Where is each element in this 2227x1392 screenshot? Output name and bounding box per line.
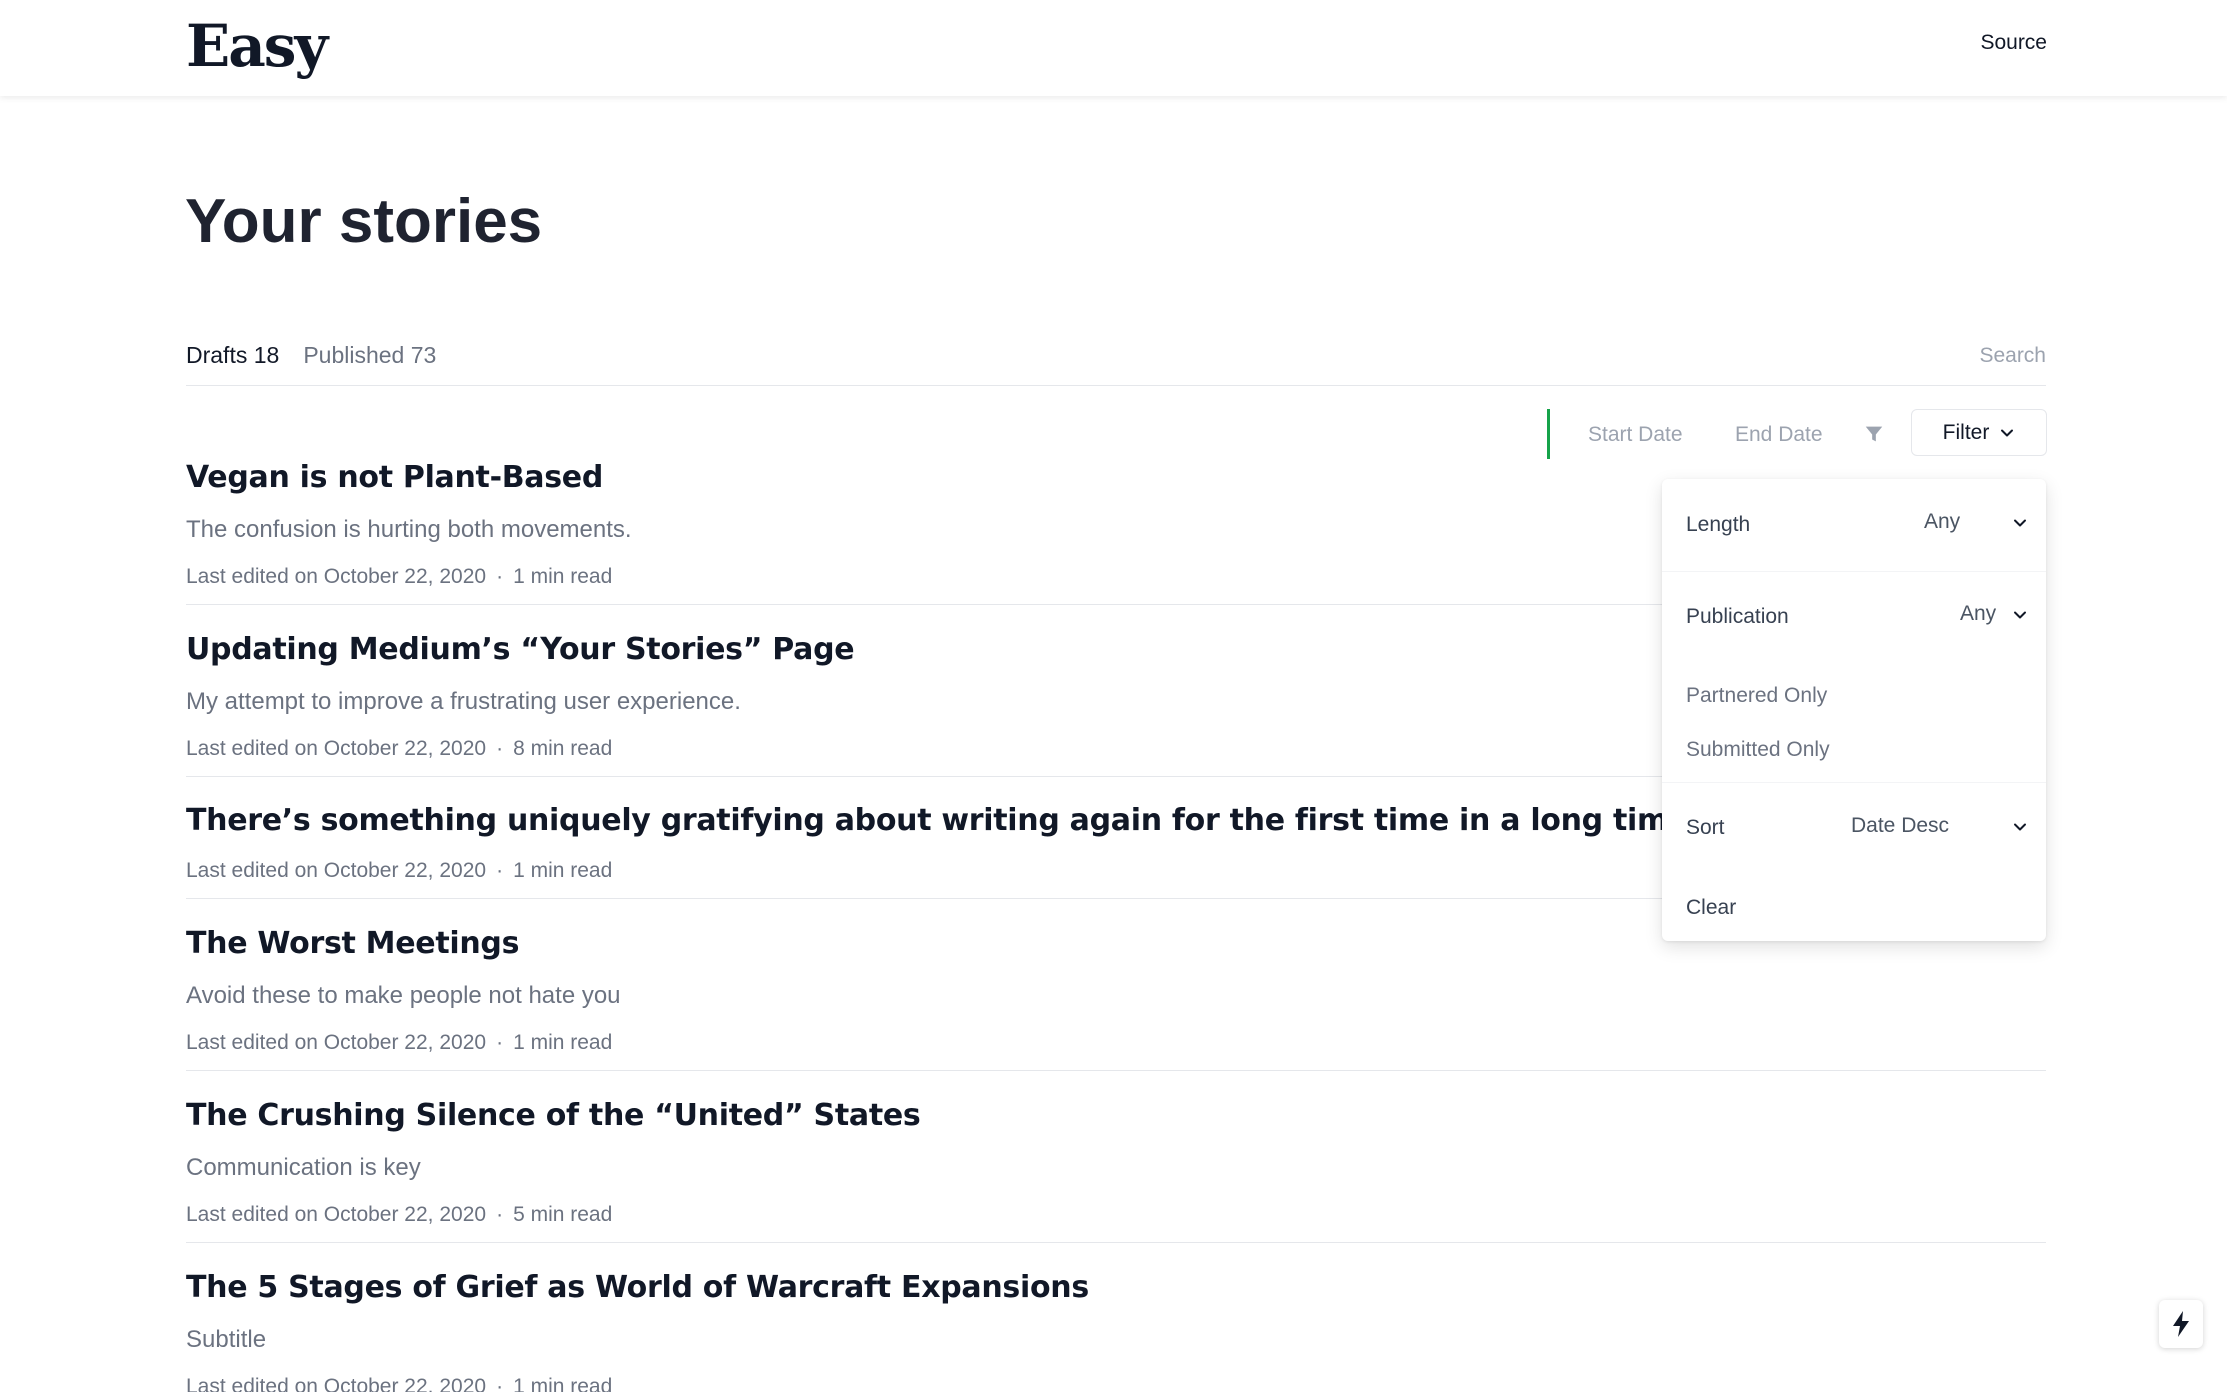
story-title[interactable]: The 5 Stages of Grief as World of Warcra… (186, 1270, 1089, 1305)
page-title: Your stories (185, 187, 543, 256)
last-edited: Last edited on October 22, 2020 (186, 1375, 487, 1392)
tab-drafts[interactable]: Drafts 18 (186, 342, 279, 369)
accent-divider (1547, 409, 1550, 459)
filter-dropdown: Length Any Publication Any Partnered Onl… (1662, 479, 2046, 941)
story-title[interactable]: There’s something uniquely gratifying ab… (186, 803, 1699, 838)
lightning-bolt-icon (2173, 1311, 2189, 1337)
length-select[interactable]: Any (1924, 510, 1960, 534)
meta-separator: · (496, 859, 504, 882)
story-item[interactable]: The 5 Stages of Grief as World of Warcra… (186, 1243, 2046, 1392)
source-link[interactable]: Source (1980, 31, 2047, 55)
tab-published[interactable]: Published 73 (303, 342, 436, 369)
sort-label: Sort (1686, 816, 1725, 839)
publication-select[interactable]: Any (1960, 602, 1996, 626)
sort-row: Sort Date Desc (1662, 782, 2046, 874)
story-meta: Last edited on October 22, 2020 · 1 min … (186, 1031, 612, 1055)
read-time: 1 min read (513, 1031, 613, 1054)
meta-separator: · (496, 737, 504, 760)
read-time: 5 min read (513, 1203, 613, 1226)
last-edited: Last edited on October 22, 2020 (186, 565, 487, 588)
story-title[interactable]: The Crushing Silence of the “United” Sta… (186, 1098, 921, 1133)
story-subtitle: Subtitle (186, 1326, 267, 1353)
read-time: 1 min read (513, 565, 613, 588)
search-input[interactable]: Search (1979, 344, 2046, 368)
chevron-down-icon (2001, 429, 2014, 436)
last-edited: Last edited on October 22, 2020 (186, 1203, 487, 1226)
story-meta: Last edited on October 22, 2020 · 5 min … (186, 1203, 612, 1227)
filter-button-label: Filter (1942, 420, 1990, 444)
story-meta: Last edited on October 22, 2020 · 1 min … (186, 1375, 612, 1392)
submitted-only-option[interactable]: Submitted Only (1686, 738, 1830, 762)
story-meta: Last edited on October 22, 2020 · 1 min … (186, 565, 612, 589)
story-subtitle: The confusion is hurting both movements. (186, 516, 632, 543)
meta-separator: · (496, 565, 504, 588)
top-navbar: Easy Source (0, 0, 2227, 96)
chevron-down-icon[interactable] (2012, 515, 2028, 531)
tabs-divider (186, 385, 2046, 386)
story-subtitle: Avoid these to make people not hate you (186, 982, 621, 1009)
last-edited: Last edited on October 22, 2020 (186, 859, 487, 882)
end-date-input[interactable]: End Date (1735, 423, 1823, 447)
last-edited: Last edited on October 22, 2020 (186, 1031, 487, 1054)
read-time: 1 min read (513, 1375, 613, 1392)
publication-row: Publication Any (1662, 571, 2046, 663)
story-subtitle: Communication is key (186, 1154, 421, 1181)
length-label: Length (1686, 513, 1751, 536)
meta-separator: · (496, 1375, 504, 1392)
meta-separator: · (496, 1203, 504, 1226)
length-row: Length Any (1662, 479, 2046, 571)
app-logo[interactable]: Easy (186, 12, 328, 80)
filter-button[interactable]: Filter (1911, 409, 2047, 456)
partnered-only-option[interactable]: Partnered Only (1686, 684, 1827, 708)
chevron-down-icon[interactable] (2012, 819, 2028, 835)
story-title[interactable]: Updating Medium’s “Your Stories” Page (186, 632, 855, 667)
story-title[interactable]: The Worst Meetings (186, 926, 519, 961)
filter-bar: Start Date End Date Filter (1547, 409, 2047, 459)
clear-button[interactable]: Clear (1686, 896, 1736, 920)
last-edited: Last edited on October 22, 2020 (186, 737, 487, 760)
story-meta: Last edited on October 22, 2020 · 1 min … (186, 859, 612, 883)
read-time: 1 min read (513, 859, 613, 882)
publication-label: Publication (1686, 605, 1789, 628)
story-subtitle: My attempt to improve a frustrating user… (186, 688, 741, 715)
sort-select[interactable]: Date Desc (1851, 814, 1949, 838)
story-item[interactable]: The Crushing Silence of the “United” Sta… (186, 1071, 2046, 1243)
start-date-input[interactable]: Start Date (1588, 423, 1683, 447)
meta-separator: · (496, 1031, 504, 1054)
chevron-down-icon[interactable] (2012, 607, 2028, 623)
bolt-widget-button[interactable] (2159, 1300, 2203, 1348)
story-title[interactable]: Vegan is not Plant-Based (186, 460, 603, 495)
story-meta: Last edited on October 22, 2020 · 8 min … (186, 737, 612, 761)
funnel-icon[interactable] (1863, 423, 1885, 445)
story-tabs: Drafts 18 Published 73 (186, 342, 436, 369)
read-time: 8 min read (513, 737, 613, 760)
